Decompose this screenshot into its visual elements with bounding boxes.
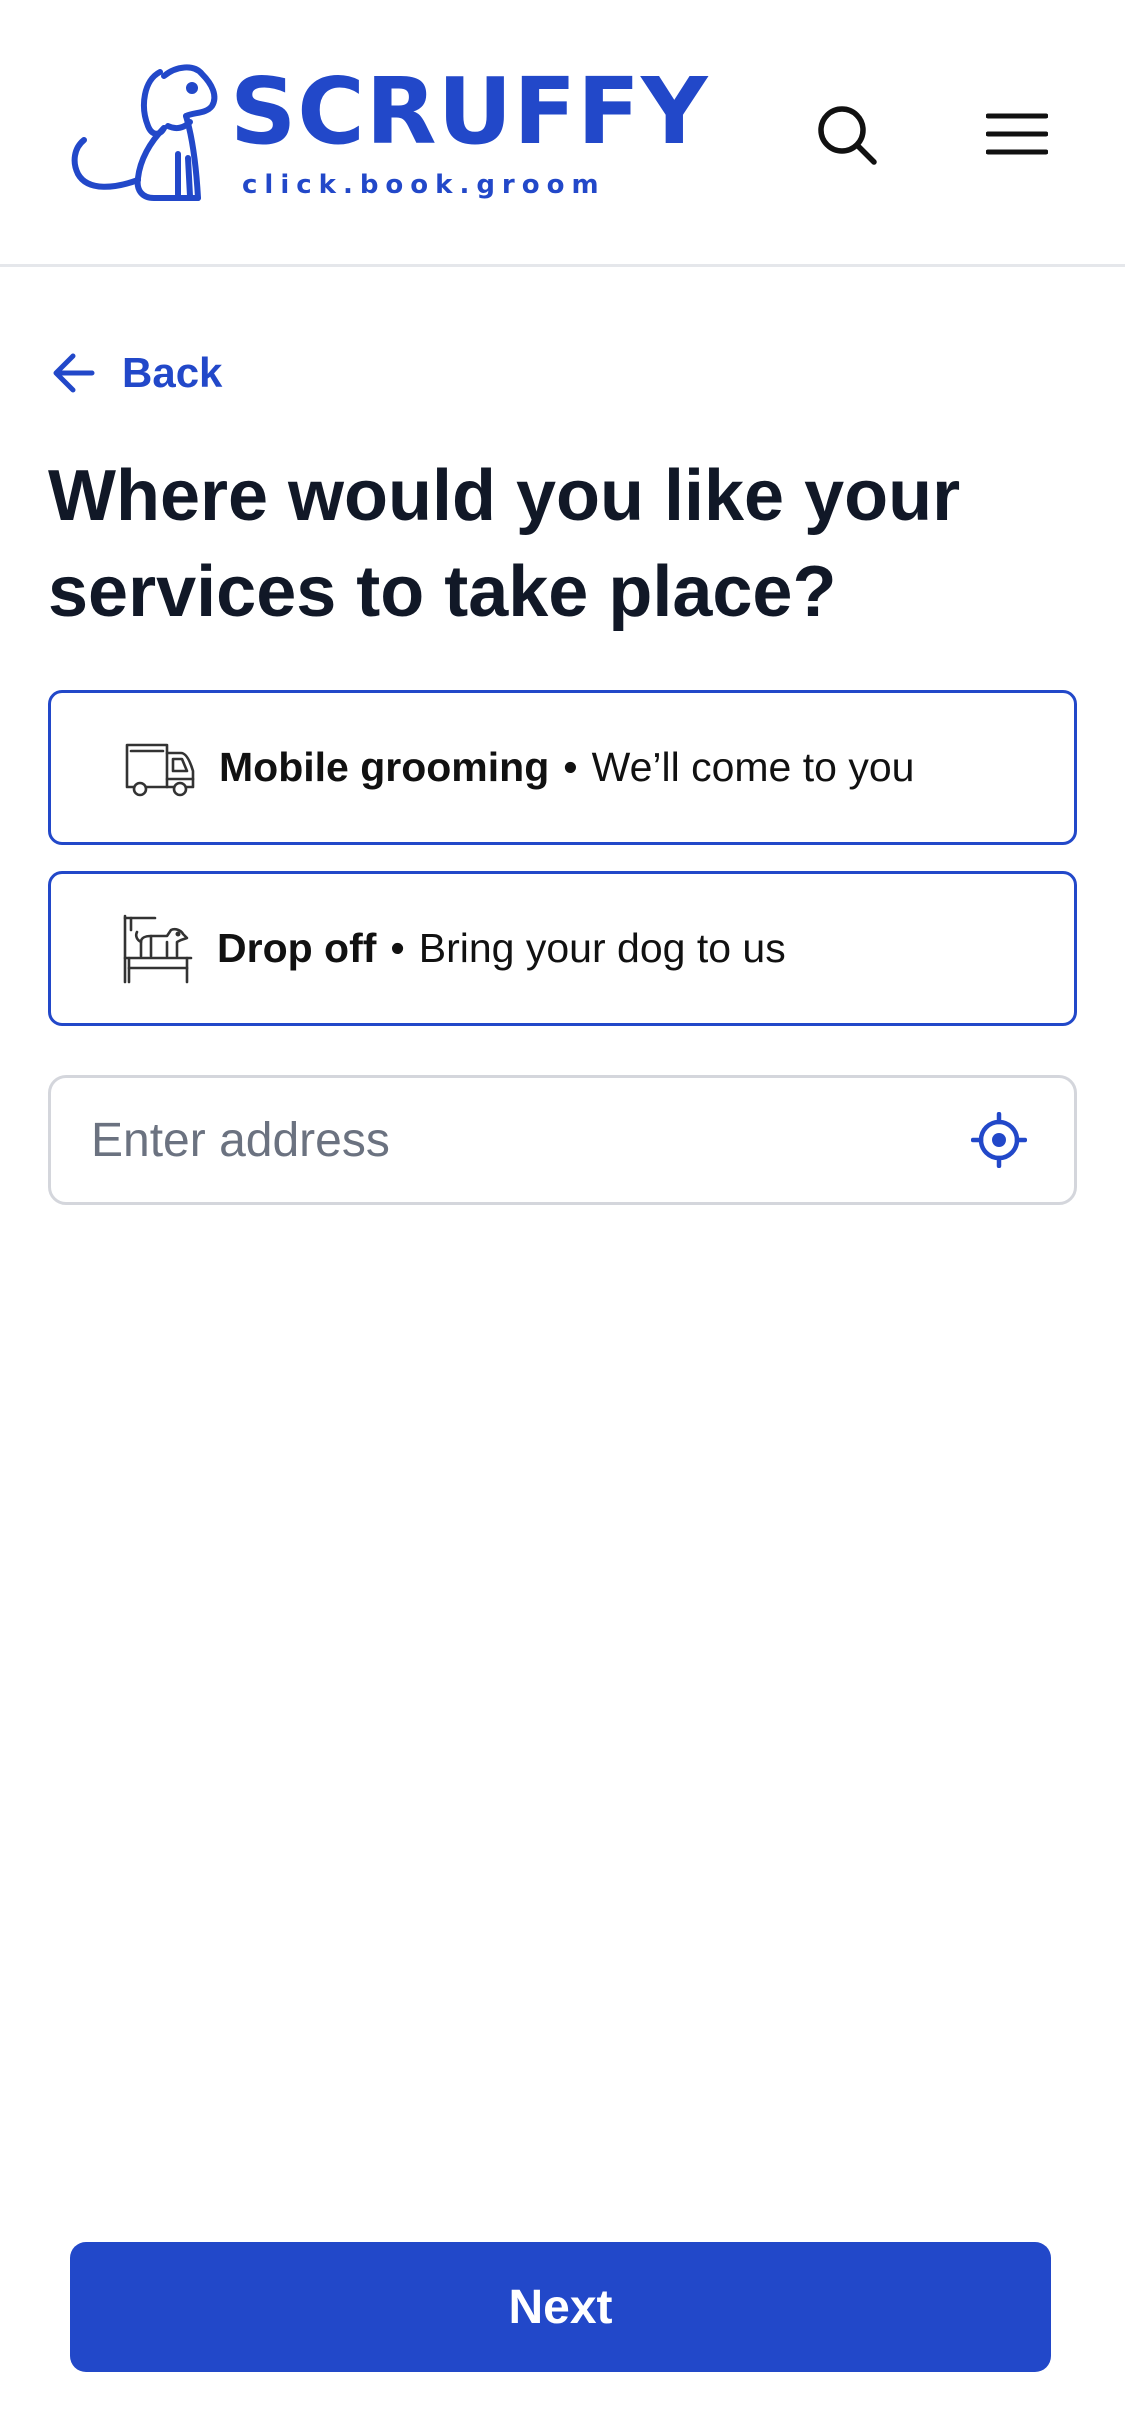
search-icon	[818, 106, 877, 165]
dog-logo-icon	[71, 64, 218, 201]
option-subtitle: We’ll come to you	[591, 744, 915, 790]
scruffy-logo[interactable]: SCRUFFY click.book.groom	[68, 62, 708, 206]
van-icon	[125, 743, 195, 797]
option-mobile-grooming[interactable]: Mobile grooming • We’ll come to you	[48, 690, 1077, 845]
address-input[interactable]	[91, 1078, 951, 1202]
search-button[interactable]	[808, 96, 888, 176]
app-header: SCRUFFY click.book.groom	[0, 0, 1125, 267]
page-title: Where would you like your services to ta…	[48, 456, 961, 632]
next-button[interactable]: Next	[70, 2242, 1051, 2372]
brand-tagline: click.book.groom	[242, 170, 606, 200]
back-label: Back	[122, 349, 223, 396]
option-mobile-text: Mobile grooming • We’ll come to you	[219, 693, 914, 842]
option-subtitle: Bring your dog to us	[418, 925, 786, 971]
option-title: Drop off	[217, 925, 377, 971]
address-field	[48, 1075, 1077, 1205]
option-drop-off[interactable]: Drop off • Bring your dog to us	[48, 871, 1077, 1026]
use-current-location-button[interactable]	[969, 1110, 1029, 1170]
option-dropoff-text: Drop off • Bring your dog to us	[217, 874, 786, 1023]
back-link[interactable]: Back	[52, 343, 222, 403]
option-title: Mobile grooming	[219, 744, 550, 790]
option-separator: •	[390, 925, 405, 971]
arrow-left-icon	[53, 353, 95, 393]
option-separator: •	[563, 744, 578, 790]
locate-crosshair-icon	[971, 1112, 1027, 1168]
menu-button[interactable]	[977, 96, 1057, 176]
hamburger-menu-icon	[986, 113, 1048, 155]
brand-name: SCRUFFY	[230, 58, 709, 165]
dog-grooming-table-icon	[123, 914, 193, 984]
